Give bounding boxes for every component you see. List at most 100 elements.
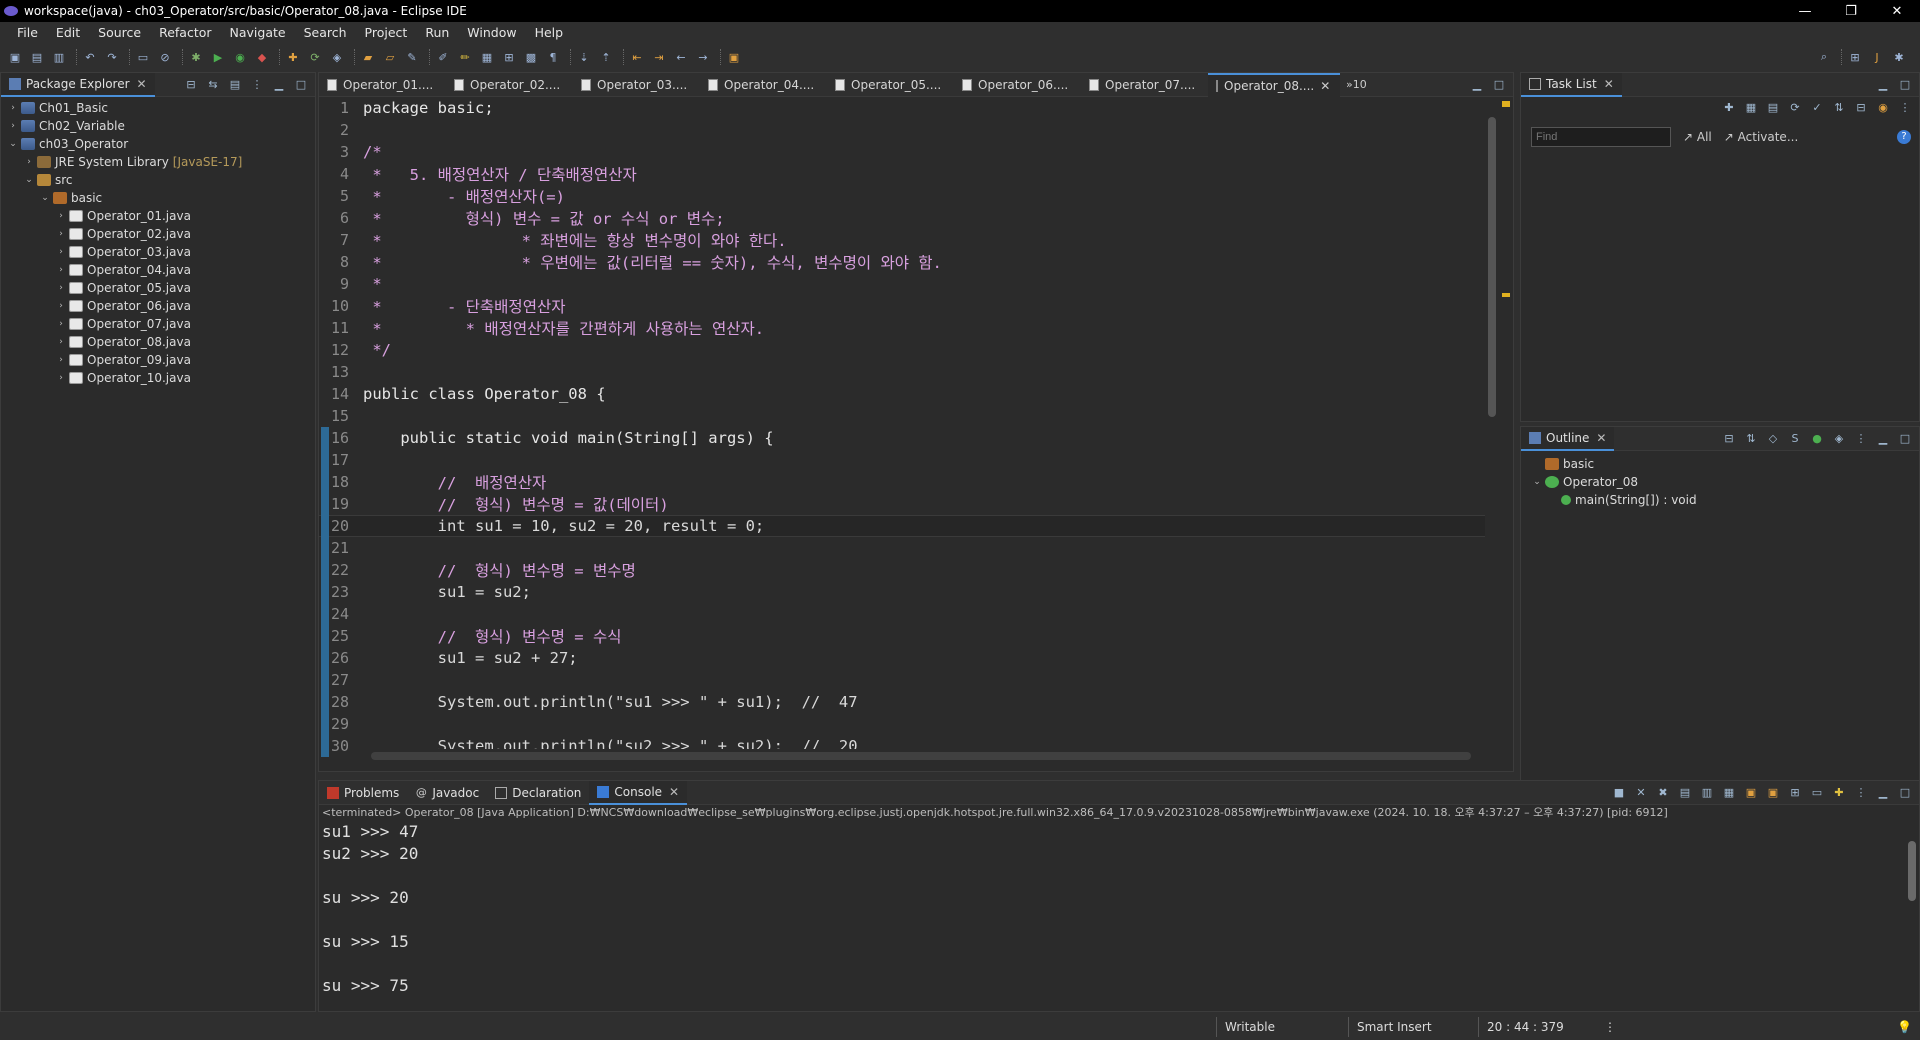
status-menu-icon[interactable]: ⋮: [1604, 1020, 1616, 1034]
tab-declaration[interactable]: Declaration: [487, 781, 589, 805]
toggle-highlight-icon[interactable]: ✏: [456, 49, 474, 65]
maximize-view-icon[interactable]: □: [293, 78, 309, 92]
debug-icon[interactable]: ✱: [187, 49, 205, 65]
save-all-icon[interactable]: ▥: [50, 49, 68, 65]
minimize-view-icon[interactable]: ▁: [1875, 78, 1891, 92]
expand-arrow-icon[interactable]: ›: [55, 283, 67, 293]
open-console-icon[interactable]: ✚: [1831, 786, 1847, 800]
skip-breakpoints-icon[interactable]: ⊘: [156, 49, 174, 65]
editor-horizontal-scrollbar[interactable]: [363, 749, 1487, 763]
tree-item-java-file[interactable]: › Operator_03.java: [1, 243, 315, 261]
code-line[interactable]: 18 // 배정연산자: [319, 471, 1487, 493]
code-line[interactable]: 12 */: [319, 339, 1487, 361]
expand-arrow-icon[interactable]: ›: [23, 157, 35, 167]
collapse-all-icon[interactable]: ⊟: [183, 78, 199, 92]
collapse-arrow-icon[interactable]: ⌄: [7, 139, 19, 149]
help-icon[interactable]: ?: [1897, 130, 1911, 144]
tree-item-java-file[interactable]: › Operator_02.java: [1, 225, 315, 243]
expand-arrow-icon[interactable]: ›: [7, 121, 19, 131]
show-whitespace-icon[interactable]: ¶: [544, 49, 562, 65]
code-line[interactable]: 5 * - 배정연산자(=): [319, 185, 1487, 207]
close-icon[interactable]: ✕: [137, 77, 147, 91]
code-line[interactable]: 20 int su1 = 10, su2 = 20, result = 0;: [319, 515, 1487, 537]
code-line[interactable]: 3 /*: [319, 141, 1487, 163]
toggle-mark-occurrences-icon[interactable]: ✐: [434, 49, 452, 65]
code-line[interactable]: 2: [319, 119, 1487, 141]
code-line[interactable]: 4 * 5. 배정연산자 / 단축배정연산자: [319, 163, 1487, 185]
tree-item-java-file[interactable]: › Operator_04.java: [1, 261, 315, 279]
menu-window[interactable]: Window: [458, 25, 525, 40]
editor-tab-active[interactable]: Operator_08.... ✕: [1208, 72, 1340, 97]
collapse-all-icon[interactable]: ⊟: [1721, 432, 1737, 446]
maximize-view-icon[interactable]: □: [1897, 78, 1913, 92]
tree-item-java-file[interactable]: › Operator_01.java: [1, 207, 315, 225]
hide-local-types-icon[interactable]: ◈: [1831, 432, 1847, 446]
remove-all-terminated-icon[interactable]: ✖: [1655, 786, 1671, 800]
minimize-button[interactable]: —: [1782, 4, 1828, 19]
menu-edit[interactable]: Edit: [47, 25, 89, 40]
collapse-arrow-icon[interactable]: ⌄: [1531, 477, 1543, 487]
pin-console-icon[interactable]: ⊞: [1787, 786, 1803, 800]
close-icon[interactable]: ✕: [1604, 77, 1614, 91]
tip-lightbulb-icon[interactable]: 💡: [1897, 1020, 1912, 1034]
maximize-view-icon[interactable]: □: [1491, 78, 1507, 92]
expand-arrow-icon[interactable]: ›: [55, 211, 67, 221]
minimize-view-icon[interactable]: ▁: [271, 78, 287, 92]
scroll-lock-icon[interactable]: ▥: [1699, 786, 1715, 800]
restore-button[interactable]: ❐: [1828, 4, 1874, 19]
code-line[interactable]: 7 * * 좌변에는 항상 변수명이 와야 한다.: [319, 229, 1487, 251]
hide-completed-icon[interactable]: ✓: [1809, 101, 1825, 115]
tree-item-java-file[interactable]: › Operator_08.java: [1, 333, 315, 351]
console-output[interactable]: su1 >>> 47 su2 >>> 20 su >>> 20 su >>> 1…: [319, 821, 1919, 997]
overview-marker[interactable]: [1502, 293, 1510, 297]
code-line[interactable]: 8 * * 우변에는 값(리터럴 == 숫자), 수식, 변수명이 와야 함.: [319, 251, 1487, 273]
close-icon[interactable]: ✕: [669, 785, 679, 799]
forward-icon[interactable]: →: [694, 49, 712, 65]
task-find-input[interactable]: [1531, 127, 1671, 147]
scrollbar-thumb[interactable]: [371, 752, 1471, 760]
show-on-stderr-icon[interactable]: ▣: [1765, 786, 1781, 800]
view-menu-icon[interactable]: ⋮: [1897, 101, 1913, 115]
editor-tab[interactable]: Operator_05....: [827, 73, 954, 97]
expand-arrow-icon[interactable]: ›: [55, 337, 67, 347]
maximize-view-icon[interactable]: □: [1897, 786, 1913, 800]
tree-item-java-file[interactable]: › Operator_09.java: [1, 351, 315, 369]
tree-item-java-file[interactable]: › Operator_07.java: [1, 315, 315, 333]
toggle-block-selection-icon[interactable]: ▩: [522, 49, 540, 65]
expand-arrow-icon[interactable]: ›: [55, 355, 67, 365]
forward-edit-icon[interactable]: ⇥: [650, 49, 668, 65]
collapse-arrow-icon[interactable]: ⌄: [23, 175, 35, 185]
tree-item-ch03-operator[interactable]: ⌄ ch03_Operator: [1, 135, 315, 153]
console-horizontal-scrollbar[interactable]: [319, 997, 1907, 1011]
java-perspective-icon[interactable]: J: [1868, 49, 1886, 65]
close-icon[interactable]: ✕: [1596, 431, 1606, 445]
code-line[interactable]: 10 * - 단축배정연산자: [319, 295, 1487, 317]
outline-tab[interactable]: Outline ✕: [1521, 426, 1615, 451]
task-activate-link[interactable]: ↗ Activate...: [1724, 130, 1799, 144]
menu-refactor[interactable]: Refactor: [150, 25, 220, 40]
editor-vertical-scrollbar[interactable]: [1485, 97, 1499, 749]
menu-file[interactable]: File: [8, 25, 47, 40]
external-tools-icon[interactable]: ◆: [253, 49, 271, 65]
outline-item-method[interactable]: main(String[]) : void: [1521, 491, 1919, 509]
code-line[interactable]: 28 System.out.println("su1 >>> " + su1);…: [319, 691, 1487, 713]
editor-tab[interactable]: Operator_02....: [446, 73, 573, 97]
tree-item-java-file[interactable]: › Operator_06.java: [1, 297, 315, 315]
code-line[interactable]: 13: [319, 361, 1487, 383]
search-tool-icon[interactable]: ✎: [403, 49, 421, 65]
menu-source[interactable]: Source: [89, 25, 150, 40]
collapse-arrow-icon[interactable]: ⌄: [39, 193, 51, 203]
sync-icon[interactable]: ⟳: [1787, 101, 1803, 115]
expand-arrow-icon[interactable]: ›: [7, 103, 19, 113]
debug-perspective-icon[interactable]: ✱: [1890, 49, 1908, 65]
new-package-icon[interactable]: ⟳: [306, 49, 324, 65]
code-line[interactable]: 14 public class Operator_08 {: [319, 383, 1487, 405]
collapse-all-icon[interactable]: ⊟: [1853, 101, 1869, 115]
task-filter-all[interactable]: ↗ All: [1683, 130, 1712, 144]
hide-fields-icon[interactable]: ◇: [1765, 432, 1781, 446]
hide-static-icon[interactable]: S: [1787, 432, 1803, 446]
filter-icon[interactable]: ▤: [227, 78, 243, 92]
view-menu-icon[interactable]: ⋮: [1853, 786, 1869, 800]
editor-tab[interactable]: Operator_01....: [319, 73, 446, 97]
sort-icon[interactable]: ⇅: [1831, 101, 1847, 115]
